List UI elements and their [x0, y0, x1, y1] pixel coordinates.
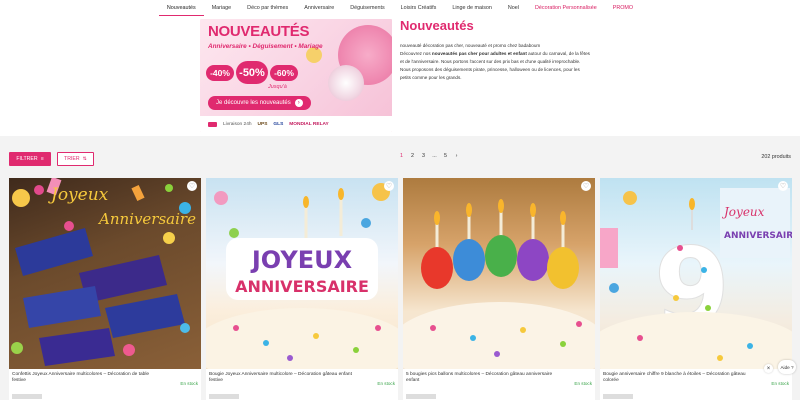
nav-item-mariage[interactable]: Mariage: [204, 0, 239, 16]
product-name[interactable]: Bougie Joyeux Anniversaire multicolore –…: [209, 372, 359, 384]
intro-line: autour du carnaval, de la fêtes: [526, 51, 590, 56]
plate-decoration: [328, 65, 364, 101]
heart-icon[interactable]: ♡: [778, 181, 788, 191]
product-card[interactable]: ♡ 5 bougies pics ballons multicolores – …: [403, 178, 595, 400]
listing-toolbar: FILTRER ≡ TRIER ⇅ 1 2 3 ... 5 › 202 prod…: [0, 150, 800, 168]
product-image[interactable]: Joyeux Anniversaire: [9, 178, 201, 369]
top-navigation: Nouveautés Mariage Déco par thèmes Anniv…: [0, 0, 800, 16]
banner-jusqua: Jusqu'à: [268, 84, 287, 90]
product-grid: Joyeux Anniversaire ♡ Confettis Joyeux A…: [9, 178, 792, 400]
mondial-relay-logo: MONDIAL RELAY: [289, 121, 329, 127]
anniversaire-word: ANNIVERSAIRE: [235, 277, 369, 296]
joyeux-word: Joyeux: [721, 205, 765, 219]
product-card[interactable]: JOYEUX ANNIVERSAIRE ♡ Bougie Joyeux Anni…: [206, 178, 398, 400]
intro-line: Découvrez nos: [400, 51, 432, 56]
stock-status: En stock: [574, 381, 592, 386]
discount-badge: -50%: [236, 61, 268, 84]
joyeux-word: Joyeux: [48, 185, 109, 205]
page-link[interactable]: 3: [418, 153, 429, 159]
page-link[interactable]: 5: [440, 153, 451, 159]
filter-button-label: FILTRER: [16, 156, 38, 162]
delivery-label: Livraison 24h: [223, 121, 252, 127]
heart-icon[interactable]: ♡: [581, 181, 591, 191]
stock-status: En stock: [377, 381, 395, 386]
banner-subtitle: Anniversaire • Déguisement • Mariage: [208, 43, 323, 50]
discount-badges: -40% -50% -60%: [206, 61, 298, 84]
category-intro: Nouveautés nouveauté décoration pas cher…: [400, 18, 605, 82]
product-name[interactable]: Bougie anniversaire chiffre 9 blanche à …: [603, 372, 753, 384]
heart-icon[interactable]: ♡: [187, 181, 197, 191]
product-image[interactable]: [403, 178, 595, 369]
filter-icon: ≡: [40, 156, 44, 162]
joyeux-word: JOYEUX: [250, 246, 353, 274]
discount-badge: -40%: [206, 64, 234, 81]
intro-line: nouveauté décoration pas cher, nouveauté…: [400, 43, 541, 48]
stock-status: En stock: [771, 381, 789, 386]
product-card[interactable]: Joyeux Anniversaire ♡ Confettis Joyeux A…: [9, 178, 201, 400]
page-title: Nouveautés: [400, 18, 474, 33]
intro-line: Nous proposons des déguisements pirate, …: [400, 67, 580, 72]
nav-item-loisirs-creatifs[interactable]: Loisirs Créatifs: [393, 0, 445, 16]
discover-new-button[interactable]: Je découvre les nouveautés ›: [208, 96, 311, 110]
number-candle-illustration: Joyeux ANNIVERSAIRE 9: [600, 188, 792, 369]
banner-title: NOUVEAUTÉS: [208, 23, 310, 40]
price-placeholder: [12, 394, 42, 399]
help-chat-button[interactable]: Aide ?: [778, 360, 796, 374]
sort-icon: ⇅: [82, 156, 87, 162]
intro-highlight: nouveautés pas cher pour adultes et enfa…: [431, 51, 527, 56]
category-hero: NOUVEAUTÉS Anniversaire • Déguisement • …: [0, 16, 800, 136]
discount-badge: -60%: [270, 64, 298, 81]
close-icon[interactable]: ×: [764, 364, 773, 373]
intro-line: et de l'anniversaire. Nous portons l'acc…: [400, 59, 581, 64]
filter-button[interactable]: FILTRER ≡: [9, 152, 51, 166]
product-name[interactable]: Confettis Joyeux Anniversaire multicolor…: [12, 372, 162, 384]
page-link-current[interactable]: 1: [396, 153, 407, 159]
anniversaire-word: ANNIVERSAIRE: [724, 231, 792, 241]
candle-cake-illustration: JOYEUX ANNIVERSAIRE: [206, 183, 398, 369]
price-placeholder: [209, 394, 239, 399]
page-link[interactable]: 2: [407, 153, 418, 159]
confetti-illustration: Joyeux Anniversaire: [11, 178, 196, 366]
product-count: 202 produits: [761, 154, 791, 160]
arrow-right-icon: ›: [294, 99, 303, 107]
pagination: 1 2 3 ... 5 ›: [396, 153, 462, 159]
balloon-candles-illustration: [403, 199, 595, 369]
heart-icon[interactable]: ♡: [384, 181, 394, 191]
price-placeholder: [406, 394, 436, 399]
nav-item-anniversaire[interactable]: Anniversaire: [296, 0, 342, 16]
stock-status: En stock: [180, 381, 198, 386]
nav-item-decoration-personnalisee[interactable]: Décoration Personnalisée: [527, 0, 605, 16]
nav-item-deco-par-themes[interactable]: Déco par thèmes: [239, 0, 296, 16]
truck-icon: [208, 121, 217, 127]
nav-item-deguisements[interactable]: Déguisements: [342, 0, 392, 16]
product-image[interactable]: JOYEUX ANNIVERSAIRE: [206, 178, 398, 369]
nav-item-noel[interactable]: Noel: [500, 0, 527, 16]
gls-logo: GLS: [273, 121, 284, 127]
page-ellipsis: ...: [432, 153, 437, 159]
discover-new-label: Je découvre les nouveautés: [216, 100, 291, 106]
ups-logo: UPS: [257, 121, 268, 127]
product-image[interactable]: Joyeux ANNIVERSAIRE 9: [600, 178, 792, 369]
next-page-icon[interactable]: ›: [451, 153, 462, 159]
nav-item-linge-de-maison[interactable]: Linge de maison: [444, 0, 500, 16]
anniversaire-word: Anniversaire: [97, 210, 196, 228]
nav-item-nouveautes[interactable]: Nouveautés: [158, 0, 204, 16]
intro-line: petits comme pour les grands.: [400, 75, 462, 80]
delivery-strip: Livraison 24h UPS GLS MONDIAL RELAY: [200, 116, 392, 132]
promo-banner[interactable]: NOUVEAUTÉS Anniversaire • Déguisement • …: [200, 19, 392, 132]
price-placeholder: [603, 394, 633, 399]
intro-text: nouveauté décoration pas cher, nouveauté…: [400, 42, 605, 82]
product-name[interactable]: 5 bougies pics ballons multicolores – Dé…: [406, 372, 556, 384]
sort-button-label: TRIER: [64, 156, 80, 162]
nav-item-promo[interactable]: PROMO: [605, 0, 641, 16]
sort-button[interactable]: TRIER ⇅: [57, 152, 94, 166]
